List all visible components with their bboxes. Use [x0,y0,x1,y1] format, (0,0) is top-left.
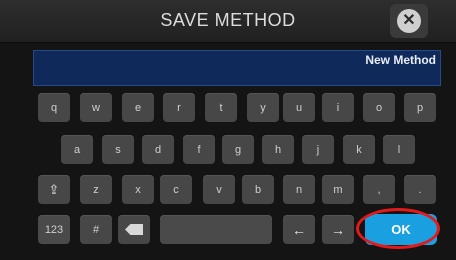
method-name-input[interactable]: New Method [33,50,441,86]
key-c[interactable]: c [160,175,192,204]
key-g[interactable]: g [222,135,254,164]
shift-icon: ⇪ [48,181,60,197]
arrow-left-icon: ← [292,221,306,238]
key-j[interactable]: j [302,135,334,164]
key-hash[interactable]: # [80,215,112,244]
backspace-key[interactable] [118,215,150,244]
key-a[interactable]: a [61,135,93,164]
close-button[interactable]: ✕ [390,4,428,38]
key-l[interactable]: l [383,135,415,164]
key-p[interactable]: p [404,93,436,122]
key-z[interactable]: z [80,175,112,204]
key-k[interactable]: k [343,135,375,164]
key-i[interactable]: i [322,93,354,122]
key-o[interactable]: o [363,93,395,122]
shift-key[interactable]: ⇪ [38,175,70,204]
key-y[interactable]: y [247,93,279,122]
key-b[interactable]: b [242,175,274,204]
numbers-key[interactable]: 123 [38,215,70,244]
key-m[interactable]: m [322,175,354,204]
key-u[interactable]: u [283,93,315,122]
space-key[interactable] [160,215,272,244]
key-d[interactable]: d [142,135,174,164]
key-q[interactable]: q [38,93,70,122]
key-h[interactable]: h [262,135,294,164]
key-e[interactable]: e [122,93,154,122]
key-w[interactable]: w [80,93,112,122]
key-t[interactable]: t [205,93,237,122]
right-arrow-key[interactable]: → [322,215,354,244]
method-name-value: New Method [365,53,436,67]
key-f[interactable]: f [183,135,215,164]
left-arrow-key[interactable]: ← [283,215,315,244]
title-bar: SAVE METHOD ✕ [0,0,456,43]
key-n[interactable]: n [283,175,315,204]
key-period[interactable]: . [404,175,436,204]
key-r[interactable]: r [163,93,195,122]
dialog-title: SAVE METHOD [160,10,296,30]
backspace-icon [125,224,143,235]
key-comma[interactable]: , [363,175,395,204]
ok-button[interactable]: OK [365,214,437,245]
arrow-right-icon: → [331,221,345,238]
close-icon: ✕ [397,9,421,33]
key-x[interactable]: x [122,175,154,204]
key-v[interactable]: v [203,175,235,204]
key-s[interactable]: s [102,135,134,164]
